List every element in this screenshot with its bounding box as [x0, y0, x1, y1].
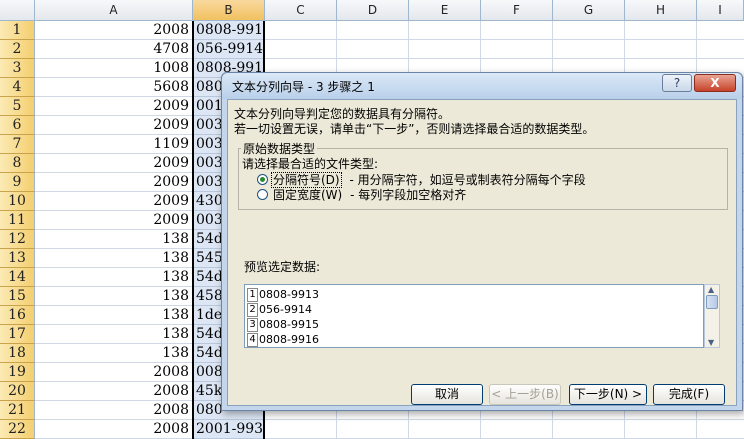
cell-a[interactable]: 138: [35, 287, 193, 306]
text-to-columns-dialog: 文本分列向导 - 3 步骤之 1 ? X 文本分列向导判定您的数据具有分隔符。 …: [221, 72, 743, 411]
empty-cells[interactable]: [265, 40, 744, 59]
close-button[interactable]: X: [694, 74, 736, 92]
row-header[interactable]: 11: [0, 211, 35, 230]
file-type-prompt: 请选择最合适的文件类型:: [242, 157, 379, 171]
cell-a[interactable]: 2008: [35, 21, 193, 40]
option-fixed-width[interactable]: 固定宽度(W) - 每列字段加空格对齐: [273, 186, 466, 203]
row-header[interactable]: 22: [0, 420, 35, 439]
preview-row: 2 056-9914: [247, 302, 312, 318]
row-header[interactable]: 3: [0, 59, 35, 78]
cell-a[interactable]: 1109: [35, 135, 193, 154]
row-header[interactable]: 6: [0, 116, 35, 135]
column-header-h[interactable]: H: [625, 0, 697, 21]
cell-a[interactable]: 138: [35, 344, 193, 363]
radio-fixed-width[interactable]: [257, 189, 268, 200]
scroll-down-icon[interactable]: ▼: [708, 338, 714, 347]
column-header-e[interactable]: E: [409, 0, 481, 21]
row-header[interactable]: 12: [0, 230, 35, 249]
cell-b[interactable]: 056-9914: [193, 40, 265, 59]
scroll-up-icon[interactable]: ▲: [708, 285, 714, 294]
cell-a[interactable]: 2009: [35, 97, 193, 116]
cell-a[interactable]: 2009: [35, 154, 193, 173]
column-header-d[interactable]: D: [337, 0, 409, 21]
radio-delimited[interactable]: [257, 174, 268, 185]
preview-row-number: 1: [247, 288, 258, 302]
preview-label: 预览选定数据:: [244, 260, 321, 274]
dialog-title: 文本分列向导 - 3 步骤之 1: [232, 80, 375, 94]
cell-a[interactable]: 2009: [35, 116, 193, 135]
next-button[interactable]: 下一步(N) >: [569, 384, 647, 405]
cell-a[interactable]: 4708: [35, 40, 193, 59]
row-header[interactable]: 17: [0, 325, 35, 344]
preview-row: 4 0808-9916: [247, 332, 319, 347]
preview-row: 1 0808-9913: [247, 287, 319, 303]
preview-row-text: 056-9914: [259, 303, 312, 316]
cell-a[interactable]: 5608: [35, 78, 193, 97]
preview-row: 3 0808-9915: [247, 317, 319, 333]
row-header[interactable]: 7: [0, 135, 35, 154]
column-header-a[interactable]: A: [35, 0, 193, 21]
cell-a[interactable]: 138: [35, 306, 193, 325]
row-header[interactable]: 20: [0, 382, 35, 401]
column-header-f[interactable]: F: [481, 0, 553, 21]
option-delimited-desc: - 用分隔字符，如逗号或制表符分隔每个字段: [349, 173, 586, 187]
option-fixed-width-desc: - 每列字段加空格对齐: [350, 188, 467, 202]
row-header[interactable]: 1: [0, 21, 35, 40]
row-header[interactable]: 15: [0, 287, 35, 306]
row-header[interactable]: 13: [0, 249, 35, 268]
cell-b[interactable]: 0808-9913: [193, 21, 265, 40]
column-header-c[interactable]: C: [265, 0, 337, 21]
row-header[interactable]: 2: [0, 40, 35, 59]
cell-b[interactable]: 2001-9934: [193, 420, 265, 439]
row-header[interactable]: 8: [0, 154, 35, 173]
row-header[interactable]: 10: [0, 192, 35, 211]
cell-a[interactable]: 138: [35, 268, 193, 287]
column-header-i[interactable]: I: [697, 0, 744, 21]
empty-cells[interactable]: [265, 21, 744, 40]
preview-vertical-scrollbar[interactable]: ▲ ▼: [704, 284, 720, 348]
row-header[interactable]: 18: [0, 344, 35, 363]
cell-a[interactable]: 2009: [35, 192, 193, 211]
preview-row-number: 3: [247, 318, 258, 332]
cell-a[interactable]: 2008: [35, 401, 193, 420]
back-button[interactable]: < 上一步(B): [489, 384, 561, 405]
select-all-corner[interactable]: [0, 0, 35, 21]
finish-button[interactable]: 完成(F): [653, 384, 725, 405]
dialog-body: 文本分列向导判定您的数据具有分隔符。 若一切设置无误，请单击“下一步”，否则请选…: [227, 99, 737, 406]
preview-row-text: 0808-9913: [259, 288, 319, 301]
preview-row-number: 4: [247, 333, 258, 347]
dialog-titlebar[interactable]: 文本分列向导 - 3 步骤之 1 ? X: [222, 73, 742, 99]
preview-row-text: 0808-9916: [259, 333, 319, 346]
cancel-button[interactable]: 取消: [411, 384, 483, 405]
cell-a[interactable]: 138: [35, 230, 193, 249]
help-button[interactable]: ?: [662, 74, 692, 92]
row-header[interactable]: 21: [0, 401, 35, 420]
option-fixed-width-label: 固定宽度(W): [273, 188, 343, 202]
row-header[interactable]: 19: [0, 363, 35, 382]
cell-a[interactable]: 138: [35, 249, 193, 268]
intro-line-2: 若一切设置无误，请单击“下一步”，否则请选择最合适的数据类型。: [234, 122, 595, 136]
scroll-thumb[interactable]: [706, 295, 718, 309]
preview-row-text: 0808-9915: [259, 318, 319, 331]
row-header[interactable]: 5: [0, 97, 35, 116]
row-header[interactable]: 14: [0, 268, 35, 287]
cell-a[interactable]: 2008: [35, 382, 193, 401]
cell-a[interactable]: 2009: [35, 173, 193, 192]
column-header-g[interactable]: G: [553, 0, 625, 21]
cell-a[interactable]: 2008: [35, 420, 193, 439]
cell-a[interactable]: 1008: [35, 59, 193, 78]
cell-a[interactable]: 2009: [35, 211, 193, 230]
row-header[interactable]: 9: [0, 173, 35, 192]
cell-a[interactable]: 2008: [35, 363, 193, 382]
cell-a[interactable]: 138: [35, 325, 193, 344]
row-header[interactable]: 16: [0, 306, 35, 325]
preview-row-number: 2: [247, 303, 258, 317]
empty-cells[interactable]: [265, 420, 744, 439]
preview-pane[interactable]: 1 0808-9913 2 056-9914 3 0808-9915 4 0808-9916: [244, 284, 704, 348]
row-header[interactable]: 4: [0, 78, 35, 97]
column-header-b[interactable]: B: [193, 0, 265, 21]
